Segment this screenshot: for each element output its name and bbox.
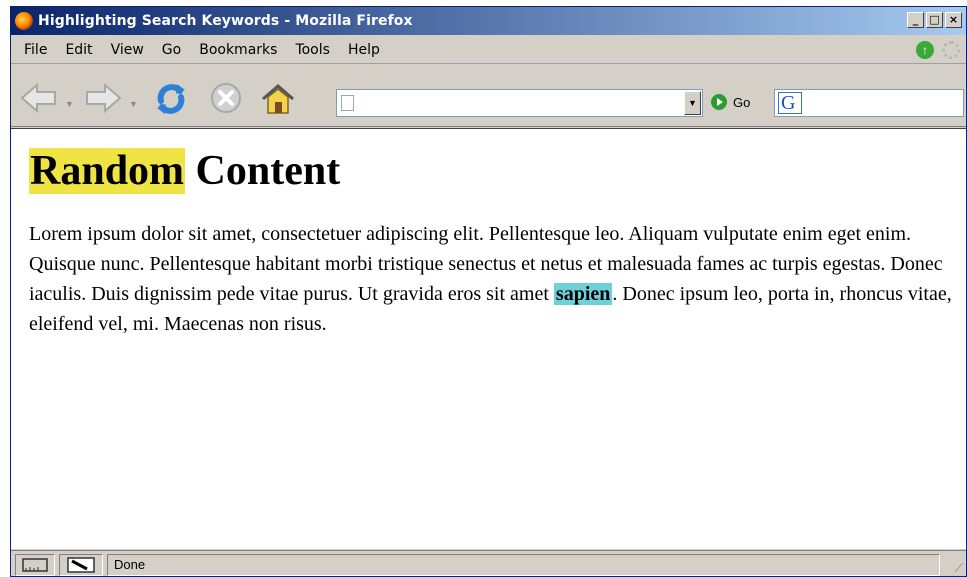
offline-status-icon[interactable] [15,553,55,576]
stop-button[interactable] [209,81,243,115]
forward-icon [86,82,122,114]
home-button[interactable] [259,81,297,117]
navigation-toolbar: ▼ ▼ ▼ Go G [11,65,966,127]
menu-bookmarks[interactable]: Bookmarks [190,42,286,58]
menu-tools[interactable]: Tools [286,42,339,58]
title-bar: Highlighting Search Keywords - Mozilla F… [11,7,966,35]
menu-file[interactable]: File [15,42,56,58]
back-button[interactable] [19,81,59,115]
menu-go[interactable]: Go [153,42,190,58]
minimize-button[interactable]: _ [907,12,924,28]
reload-button[interactable] [153,81,189,117]
address-bar[interactable]: ▼ [336,89,703,117]
heading-text: Content [185,148,341,194]
search-engine-letter: G [781,92,796,114]
url-input[interactable] [359,92,677,114]
reload-icon [157,84,185,114]
close-button[interactable]: × [945,12,962,28]
stop-icon [211,83,241,113]
highlighted-keyword: Random [29,148,186,194]
back-icon [20,82,56,114]
update-available-icon[interactable]: ↑ [916,41,934,59]
search-input[interactable] [807,92,957,114]
popup-blocker-icon[interactable] [59,553,103,576]
go-button[interactable]: Go [711,94,750,110]
resize-grip-icon[interactable]: ⟋ [955,561,963,576]
menu-bar: File Edit View Go Bookmarks Tools Help ↑ [11,36,966,64]
maximize-button[interactable]: □ [926,12,943,28]
page-heading: Random Content [29,143,966,199]
status-text: Done [107,553,940,576]
menu-edit[interactable]: Edit [56,42,101,58]
window-title: Highlighting Search Keywords - Mozilla F… [38,13,413,29]
forward-button[interactable] [83,81,123,115]
browser-window: Highlighting Search Keywords - Mozilla F… [10,6,967,577]
google-search-engine-icon[interactable]: G [778,92,802,114]
go-label: Go [733,94,751,110]
home-icon [262,84,294,114]
firefox-logo-icon [15,12,33,30]
menu-view[interactable]: View [102,42,153,58]
search-bar[interactable]: G [774,89,964,117]
go-arrow-icon [711,94,727,110]
page-icon [341,95,354,111]
highlighted-keyword: sapien [553,283,613,305]
throbber-icon [942,41,960,59]
body-paragraph: Lorem ipsum dolor sit amet, consectetuer… [29,219,966,339]
page-content: Random Content Lorem ipsum dolor sit ame… [11,128,966,549]
status-bar: Done ⟋ [11,550,966,576]
back-history-dropdown-icon[interactable]: ▼ [65,99,74,109]
forward-history-dropdown-icon[interactable]: ▼ [129,99,138,109]
menu-help[interactable]: Help [339,42,389,58]
url-history-dropdown-icon[interactable]: ▼ [684,91,701,115]
